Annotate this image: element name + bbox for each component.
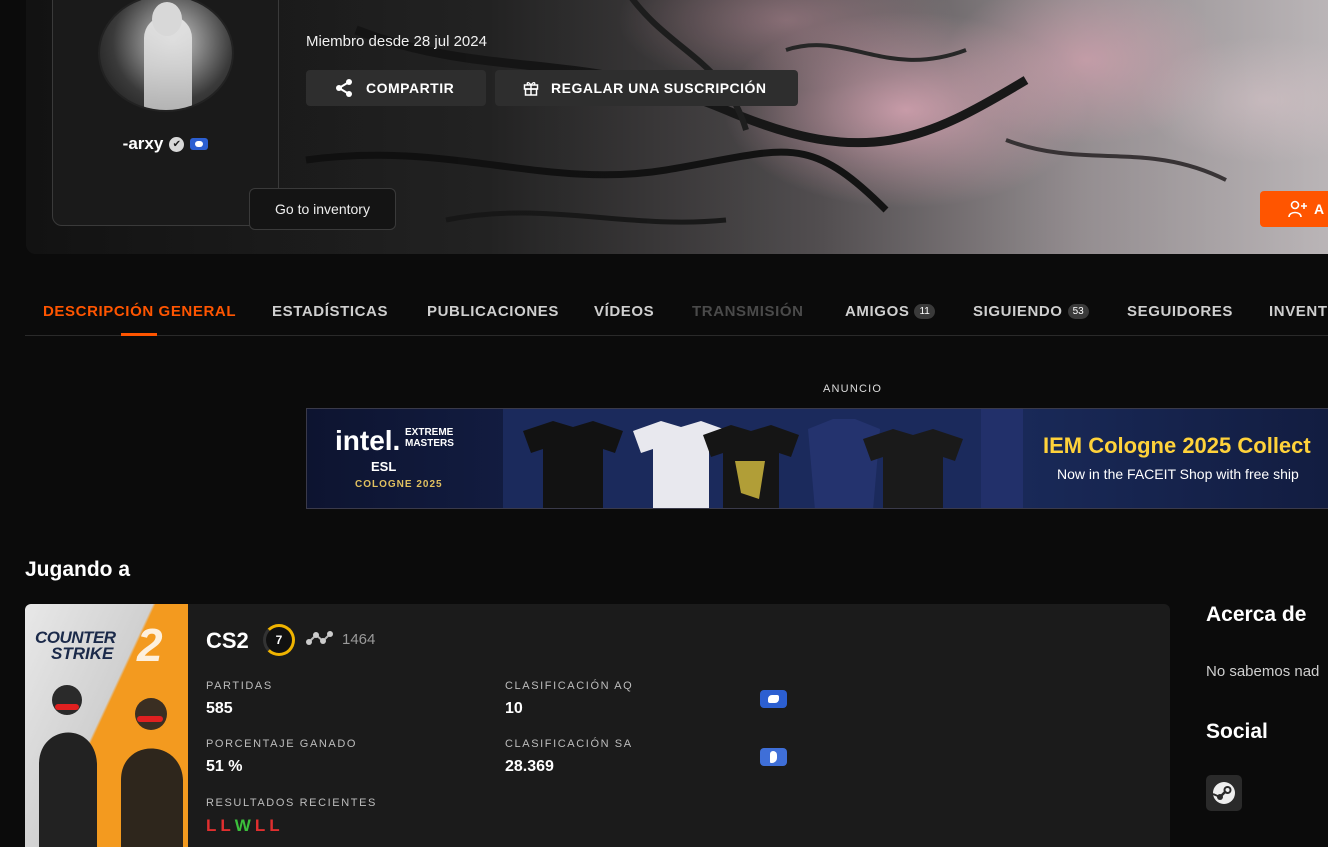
recent-results: L L W L L [206, 816, 281, 836]
ad-logo-main: intel. [335, 425, 401, 456]
ad-logo-line1: EXTREME [405, 427, 454, 438]
username: -arxy [122, 134, 164, 153]
avatar-head [152, 2, 182, 36]
ad-label: ANUNCIO [823, 383, 883, 395]
about-text: No sabemos nad [1206, 663, 1320, 680]
ad-logo-esl: ESL [371, 459, 397, 474]
tab-label: SIGUIENDO [973, 303, 1063, 320]
add-label: A [1314, 201, 1325, 217]
region-rank-label: CLASIFICACIÓN AQ [505, 680, 634, 692]
game-card-cs2[interactable]: COUNTER STRIKE 2 CS2 7 1464 PARTIDAS 585… [25, 604, 1170, 847]
share-button[interactable]: COMPARTIR [306, 70, 486, 106]
tab-followers[interactable]: SEGUIDORES [1127, 303, 1233, 320]
winrate-label: PORCENTAJE GANADO [206, 738, 358, 750]
active-tab-indicator [121, 333, 157, 336]
share-icon [336, 79, 352, 97]
about-title: Acerca de [1206, 603, 1307, 626]
tab-label: INVENT [1269, 303, 1328, 320]
steam-link-button[interactable] [1206, 775, 1242, 811]
region-shape [768, 695, 779, 703]
tab-label: VÍDEOS [594, 303, 655, 320]
result-item: L [254, 816, 267, 835]
playing-section-title: Jugando a [25, 558, 131, 581]
profile-card: -arxy ✔ [52, 0, 279, 226]
result-item: L [220, 816, 232, 835]
add-friend-button[interactable]: A [1260, 191, 1328, 227]
region-icon[interactable] [760, 690, 787, 708]
skill-level-badge: 7 [263, 624, 295, 656]
tab-friends[interactable]: AMIGOS 11 [845, 303, 935, 320]
tab-videos[interactable]: VÍDEOS [594, 303, 654, 320]
tab-label: TRANSMISIÓN [692, 303, 804, 320]
profile-tabs: DESCRIPCIÓN GENERAL ESTADÍSTICAS PUBLICA… [25, 290, 1328, 336]
matches-value: 585 [206, 700, 233, 717]
winrate-value: 51 % [206, 758, 243, 775]
tab-stats[interactable]: ESTADÍSTICAS [272, 303, 388, 320]
social-title: Social [1206, 720, 1268, 743]
game-art-characters [39, 685, 183, 847]
steam-icon [1212, 782, 1235, 804]
ad-logo: intel. EXTREME MASTERS ESL COLOGNE 2025 [335, 425, 454, 490]
tab-label: AMIGOS [845, 303, 910, 320]
country-shape [770, 751, 777, 763]
elo-value: 1464 [342, 631, 376, 648]
friends-count-badge: 11 [914, 304, 935, 319]
gift-label: REGALAR UNA SUSCRIPCIÓN [551, 80, 767, 96]
result-item: L [269, 816, 281, 835]
result-item: L [206, 816, 218, 835]
game-art: COUNTER STRIKE 2 [25, 604, 188, 847]
elo-icon [306, 631, 333, 645]
country-rank-value: 28.369 [505, 758, 554, 775]
tab-inventory[interactable]: INVENT [1269, 303, 1328, 320]
tab-posts[interactable]: PUBLICACIONES [427, 303, 559, 320]
region-rank-value: 10 [505, 700, 523, 717]
ad-logo-extreme-masters: EXTREME MASTERS [405, 427, 454, 449]
add-user-icon [1288, 200, 1307, 218]
ad-logo-line2: MASTERS [405, 438, 454, 449]
ad-banner[interactable]: intel. EXTREME MASTERS ESL COLOGNE 2025 … [306, 408, 1328, 509]
share-label: COMPARTIR [366, 80, 455, 96]
result-item: W [234, 816, 252, 835]
avatar[interactable] [98, 0, 234, 112]
following-count-badge: 53 [1067, 304, 1089, 319]
username-row: -arxy ✔ [53, 134, 278, 154]
country-rank-label: CLASIFICACIÓN SA [505, 738, 633, 750]
page: -arxy ✔ Miembro desde 28 jul 2024 COMPAR… [0, 0, 1328, 847]
ad-subline: Now in the FACEIT Shop with free ship [1057, 466, 1299, 482]
verified-icon: ✔ [169, 136, 185, 152]
tab-overview[interactable]: DESCRIPCIÓN GENERAL [43, 303, 236, 320]
tab-label: SEGUIDORES [1127, 303, 1234, 320]
region-flag-icon [190, 138, 209, 150]
tab-label: DESCRIPCIÓN GENERAL [43, 303, 237, 320]
game-name: CS2 [206, 628, 249, 653]
country-icon[interactable] [760, 748, 787, 766]
ad-logo-city: COLOGNE 2025 [355, 479, 443, 490]
inventory-tooltip: Go to inventory [249, 188, 396, 230]
gift-subscription-button[interactable]: REGALAR UNA SUSCRIPCIÓN [495, 70, 798, 106]
gift-icon [523, 82, 539, 96]
matches-label: PARTIDAS [206, 680, 273, 692]
recent-results-label: RESULTADOS RECIENTES [206, 797, 377, 809]
tab-stream[interactable]: TRANSMISIÓN [692, 303, 804, 320]
tab-label: PUBLICACIONES [427, 303, 559, 320]
ad-headline: IEM Cologne 2025 Collect [1043, 433, 1311, 458]
tab-label: ESTADÍSTICAS [272, 303, 389, 320]
tab-following[interactable]: SIGUIENDO 53 [973, 303, 1089, 320]
member-since: Miembro desde 28 jul 2024 [306, 33, 487, 50]
ad-merch-image [503, 409, 1023, 508]
